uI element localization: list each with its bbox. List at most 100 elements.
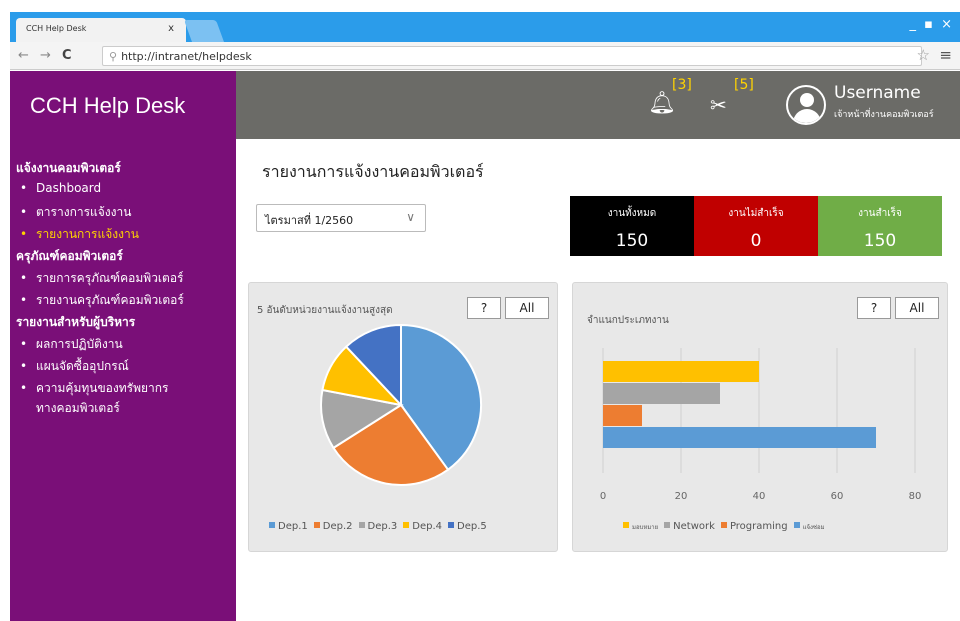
bar-tick-label: 20: [675, 491, 688, 502]
bar-legend-item: Network: [658, 521, 715, 532]
chevron-down-icon: ∨: [406, 210, 415, 224]
tools-icon[interactable]: ✂︎: [710, 93, 727, 117]
new-tab-button[interactable]: [183, 20, 225, 42]
stat-total-value: 150: [615, 231, 649, 251]
browser-window: CCH Help Desk x _ ▪ × ← → C ⚲ http://intr…: [10, 12, 960, 621]
sidebar-section-executive: รายงานสำหรับผู้บริหาร: [16, 315, 136, 329]
pie-help-button[interactable]: ?: [467, 297, 501, 319]
legend-label: Dep.3: [367, 521, 398, 532]
bar-0: [603, 361, 759, 382]
bar-2: [603, 405, 642, 426]
bar-all-button[interactable]: All: [895, 297, 939, 319]
sidebar-section-report: แจ้งงานคอมพิวเตอร์: [16, 161, 121, 175]
tab-close-icon[interactable]: x: [168, 23, 174, 34]
avatar-body: [793, 109, 821, 123]
menu-icon[interactable]: ≡: [939, 46, 952, 64]
username[interactable]: Username: [834, 83, 921, 103]
legend-label: แจ้งซ่อม: [802, 524, 825, 531]
sidebar-item-cost-effectiveness[interactable]: • ความคุ้มทุนของทรัพยากร: [20, 379, 168, 398]
legend-label: Dep.2: [322, 521, 353, 532]
sidebar-item-request-table[interactable]: • ตารางการแจ้งงาน: [20, 203, 131, 222]
legend-swatch: [358, 522, 365, 528]
tab-title: CCH Help Desk: [26, 24, 87, 33]
bar-legend: มอบหมาย Network Programing แจ้งซ่อม: [617, 521, 825, 532]
stat-total-label: งานทั้งหมด: [607, 208, 657, 219]
legend-label: Dep.5: [457, 521, 487, 532]
pie-chart: [320, 323, 482, 486]
bookmark-star-icon[interactable]: ☆: [917, 46, 930, 64]
sidebar-item-equipment-report[interactable]: • รายงานครุภัณฑ์คอมพิวเตอร์: [20, 291, 184, 310]
legend-swatch: [793, 522, 800, 528]
legend-label: Programing: [729, 521, 788, 532]
pie-card-title: 5 อันดับหน่วยงานแจ้งงานสูงสุด: [257, 305, 393, 316]
pie-chart-card: 5 อันดับหน่วยงานแจ้งงานสูงสุด ? All Dep.…: [248, 282, 558, 552]
legend-swatch: [664, 522, 671, 528]
bar-card-buttons: ? All: [857, 297, 939, 319]
legend-label: Dep.1: [278, 521, 308, 532]
stat-incomplete: งานไม่สำเร็จ 0: [694, 196, 818, 256]
pie-all-button[interactable]: All: [505, 297, 549, 319]
pie-legend-item: Dep.2: [308, 521, 353, 532]
bar-1: [603, 383, 720, 404]
sidebar-item-dashboard[interactable]: • Dashboard: [20, 181, 101, 195]
bar-chart: 0 20 40 60 80: [600, 348, 922, 502]
stat-complete-value: 150: [863, 231, 897, 251]
sidebar-item-performance[interactable]: • ผลการปฏิบัติงาน: [20, 335, 123, 354]
pie-legend: Dep.1 Dep.2 Dep.3 Dep.4 Dep.5: [263, 521, 487, 532]
top-header: 🔔︎ [3] ✂︎ [5] Username เจ้าหน้าที่งานคอม…: [236, 71, 960, 139]
bar-legend-item: แจ้งซ่อม: [788, 521, 825, 532]
legend-label: มอบหมาย: [632, 524, 659, 531]
legend-swatch: [623, 522, 629, 528]
quarter-select[interactable]: ไตรมาสที่ 1/2560 ∨: [256, 204, 426, 232]
sidebar-item-equipment-list[interactable]: • รายการครุภัณฑ์คอมพิวเตอร์: [20, 269, 183, 288]
bar-legend-item: มอบหมาย: [617, 521, 658, 532]
tools-count: [5]: [734, 77, 754, 93]
pie-legend-item: Dep.4: [397, 521, 442, 532]
back-icon[interactable]: ←: [18, 48, 29, 63]
address-bar-row: ← → C ⚲ http://intranet/helpdesk ☆ ≡: [10, 42, 960, 70]
avatar[interactable]: [786, 85, 826, 125]
stat-incomplete-label: งานไม่สำเร็จ: [728, 208, 784, 219]
legend-swatch: [720, 522, 727, 528]
avatar-head: [800, 93, 814, 107]
stat-complete-label: งานสำเร็จ: [858, 208, 902, 219]
stat-incomplete-value: 0: [750, 231, 762, 251]
reload-icon[interactable]: C: [62, 48, 72, 63]
legend-swatch: [403, 522, 410, 528]
user-role: เจ้าหน้าที่งานคอมพิวเตอร์: [834, 110, 934, 120]
bar-card-title: จำแนกประเภทงาน: [587, 315, 669, 326]
sidebar: CCH Help Desk แจ้งงานคอมพิวเตอร์ • Dashbo…: [10, 71, 236, 621]
forward-icon[interactable]: →: [40, 48, 51, 63]
bar-tick-label: 80: [909, 491, 922, 502]
bar-help-button[interactable]: ?: [857, 297, 891, 319]
tab-bar: CCH Help Desk x _ ▪ ×: [10, 12, 960, 42]
window-controls[interactable]: _ ▪ ×: [910, 17, 954, 32]
legend-swatch: [313, 522, 320, 528]
notification-count: [3]: [672, 77, 692, 93]
sidebar-item-purchase-plan[interactable]: • แผนจัดซื้ออุปกรณ์: [20, 357, 129, 376]
stat-total: งานทั้งหมด 150: [570, 196, 694, 256]
legend-label: Network: [673, 521, 715, 532]
legend-label: Dep.4: [412, 521, 442, 532]
pie-card-buttons: ? All: [467, 297, 549, 319]
bar-chart-card: จำแนกประเภทงาน ? All 0 20 40 60 80 มอบหมาย Ne…: [572, 282, 948, 552]
browser-tab[interactable]: CCH Help Desk x: [16, 18, 186, 42]
legend-swatch: [448, 522, 454, 528]
pie-legend-item: Dep.1: [263, 521, 308, 532]
pie-legend-item: Dep.5: [442, 521, 487, 532]
legend-swatch: [269, 522, 275, 528]
pie-legend-item: Dep.3: [353, 521, 398, 532]
bar-tick-label: 60: [831, 491, 844, 502]
url-text: http://intranet/helpdesk: [121, 50, 252, 63]
sidebar-item-cost-effectiveness-line2[interactable]: ทางคอมพิวเตอร์: [20, 399, 120, 418]
sidebar-item-request-report[interactable]: • รายงานการแจ้งงาน: [20, 225, 139, 244]
url-input[interactable]: ⚲ http://intranet/helpdesk: [102, 46, 922, 66]
bar-legend-item: Programing: [715, 521, 788, 532]
bar-3: [603, 427, 876, 448]
sidebar-section-equipment: ครุภัณฑ์คอมพิวเตอร์: [16, 249, 123, 263]
bell-icon[interactable]: 🔔︎: [648, 91, 676, 116]
bar-tick-label: 40: [753, 491, 766, 502]
search-icon: ⚲: [109, 50, 118, 63]
quarter-select-value: ไตรมาสที่ 1/2560: [265, 214, 354, 227]
stat-complete: งานสำเร็จ 150: [818, 196, 942, 256]
